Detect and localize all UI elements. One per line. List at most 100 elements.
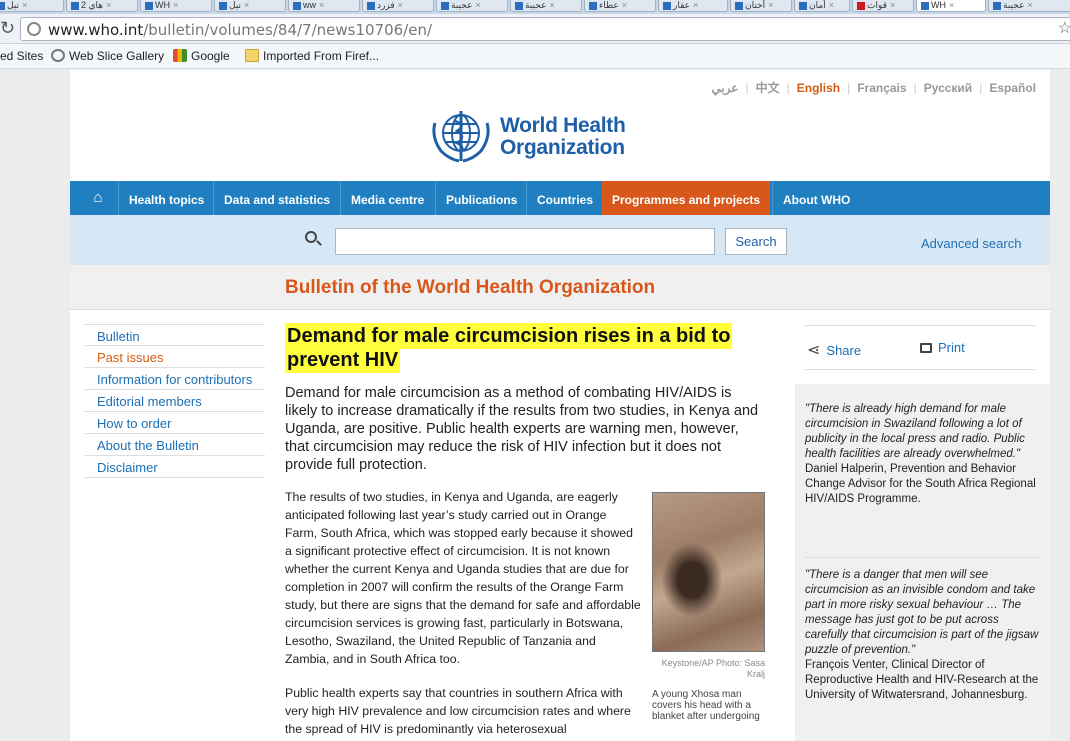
folder-icon <box>245 49 259 62</box>
home-icon[interactable]: ⌂ <box>78 181 118 215</box>
globe-icon <box>27 22 41 36</box>
browser-tab[interactable]: نيل × <box>0 0 64 12</box>
google-icon <box>173 49 187 62</box>
close-icon[interactable]: × <box>622 0 627 10</box>
close-icon[interactable]: × <box>106 0 111 10</box>
close-icon[interactable]: × <box>693 0 698 10</box>
quote-text: "There is a danger that men will see cir… <box>805 569 1039 656</box>
sidebar-item-past-issues[interactable]: Past issues <box>85 346 265 368</box>
bookmark-web-slice-gallery[interactable]: Web Slice Gallery <box>51 49 164 63</box>
url-text[interactable]: www.who.int/bulletin/volumes/84/7/news10… <box>48 21 432 39</box>
language-link[interactable]: 中文 <box>756 81 780 95</box>
sidebar-item-information-for-contributors[interactable]: Information for contributors <box>85 368 265 390</box>
browser-tab[interactable]: هاي 2 × <box>66 0 138 12</box>
language-link-current[interactable]: English <box>797 81 840 95</box>
search-button[interactable]: Search <box>725 228 787 255</box>
advanced-search-link[interactable]: Advanced search <box>921 236 1021 251</box>
section-header: Bulletin of the World Health Organizatio… <box>70 265 1050 310</box>
share-button[interactable]: ⋖ Share <box>807 340 861 360</box>
article-tools: ⋖ Share Print <box>805 325 1035 370</box>
browser-tab[interactable]: ww × <box>288 0 360 12</box>
browser-tab[interactable]: عطاء × <box>584 0 656 12</box>
sidebar-item-how-to-order[interactable]: How to order <box>85 412 265 434</box>
sidebar-item-bulletin[interactable]: Bulletin <box>85 324 265 346</box>
nav-media-centre[interactable]: Media centre <box>340 181 434 215</box>
article-lede: Demand for male circumcision as a method… <box>285 385 759 473</box>
browser-tab[interactable]: عجيبة × <box>510 0 582 12</box>
bookmark-imported-folder[interactable]: Imported From Firef... <box>245 49 379 63</box>
close-icon[interactable]: × <box>173 0 178 10</box>
browser-tab[interactable]: نيل × <box>214 0 286 12</box>
close-icon[interactable]: × <box>398 0 403 10</box>
who-emblem-icon <box>432 111 490 163</box>
search-icon <box>305 231 317 243</box>
tab-favicon-icon <box>993 1 1001 10</box>
separator: | <box>847 81 851 95</box>
photo-caption: A young Xhosa man covers his head with a… <box>652 689 760 722</box>
browser-tab-active[interactable]: WH × <box>916 0 986 12</box>
browser-tab[interactable]: عقار × <box>658 0 728 12</box>
browser-tab[interactable]: WH × <box>140 0 212 12</box>
article-paragraph: Public health experts say that countries… <box>285 686 631 736</box>
bookmarks-bar: ed Sites Web Slice Gallery Google Import… <box>0 44 1070 69</box>
tab-favicon-icon <box>663 1 671 10</box>
bookmark-google[interactable]: Google <box>173 49 230 63</box>
language-link[interactable]: Français <box>857 81 906 95</box>
language-switcher: عربي | 中文 | English | Français | Русский | Español <box>711 79 1036 96</box>
web-slice-icon <box>51 49 65 62</box>
url-field[interactable]: www.who.int/bulletin/volumes/84/7/news10… <box>20 17 1070 41</box>
quote-text: "There is already high demand for male c… <box>805 403 1025 460</box>
photo-credit: Keystone/AP Photo: Sasa Kralj <box>661 658 765 679</box>
bookmark-suggested-sites[interactable]: ed Sites <box>0 49 43 63</box>
browser-tab[interactable]: فزرد × <box>362 0 434 12</box>
article: Demand for male circumcision rises in a … <box>285 323 775 736</box>
nav-health-topics[interactable]: Health topics <box>118 181 214 215</box>
pull-quote: "There is a danger that men will see cir… <box>805 568 1040 703</box>
who-logo[interactable]: World Health Organization <box>427 103 627 168</box>
nav-about-who[interactable]: About WHO <box>772 181 860 215</box>
browser-tab[interactable]: عجيبة × <box>988 0 1070 12</box>
nav-programmes-and-projects[interactable]: Programmes and projects <box>602 181 771 215</box>
tab-favicon-icon <box>293 1 301 10</box>
print-icon <box>920 343 932 353</box>
quote-attribution: François Venter, Clinical Director of Re… <box>805 659 1039 701</box>
share-icon: ⋖ <box>807 342 821 359</box>
tab-favicon-icon <box>921 1 929 10</box>
bookmark-star-icon[interactable]: ☆ <box>1058 18 1070 38</box>
language-link[interactable]: Español <box>989 81 1036 95</box>
nav-countries[interactable]: Countries <box>526 181 603 215</box>
close-icon[interactable]: × <box>244 0 249 10</box>
nav-publications[interactable]: Publications <box>435 181 527 215</box>
tab-favicon-icon <box>145 1 153 10</box>
close-icon[interactable]: × <box>319 0 324 10</box>
tab-favicon-icon <box>367 1 375 10</box>
language-link[interactable]: Русский <box>924 81 973 95</box>
browser-tab[interactable]: عجيبة × <box>436 0 508 12</box>
close-icon[interactable]: × <box>475 0 480 10</box>
close-icon[interactable]: × <box>549 0 554 10</box>
search-input[interactable] <box>335 228 715 255</box>
close-icon[interactable]: × <box>1027 0 1032 10</box>
browser-tab[interactable]: قوات × <box>852 0 914 12</box>
close-icon[interactable]: × <box>890 0 895 10</box>
sidebar-item-editorial-members[interactable]: Editorial members <box>85 390 265 412</box>
close-icon[interactable]: × <box>829 0 834 10</box>
nav-data-and-statistics[interactable]: Data and statistics <box>213 181 340 215</box>
sidebar-nav: Bulletin Past issues Information for con… <box>85 324 265 478</box>
sidebar-item-disclaimer[interactable]: Disclaimer <box>85 456 265 478</box>
close-icon[interactable]: × <box>22 0 27 10</box>
sidebar-item-about-the-bulletin[interactable]: About the Bulletin <box>85 434 265 456</box>
browser-tab[interactable]: أمان × <box>794 0 850 12</box>
browser-tab[interactable]: أختان × <box>730 0 792 12</box>
language-link[interactable]: عربي <box>711 81 738 95</box>
article-paragraph: The results of two studies, in Kenya and… <box>285 490 641 666</box>
close-icon[interactable]: × <box>949 0 954 10</box>
article-photo <box>652 492 765 652</box>
bulletin-title[interactable]: Bulletin of the World Health Organizatio… <box>285 277 655 299</box>
print-button[interactable]: Print <box>920 340 965 355</box>
close-icon[interactable]: × <box>768 0 773 10</box>
tab-favicon-icon <box>219 1 227 10</box>
tab-favicon-icon <box>857 1 865 10</box>
divider <box>805 557 1040 558</box>
reload-icon[interactable]: ↻ <box>0 18 14 39</box>
